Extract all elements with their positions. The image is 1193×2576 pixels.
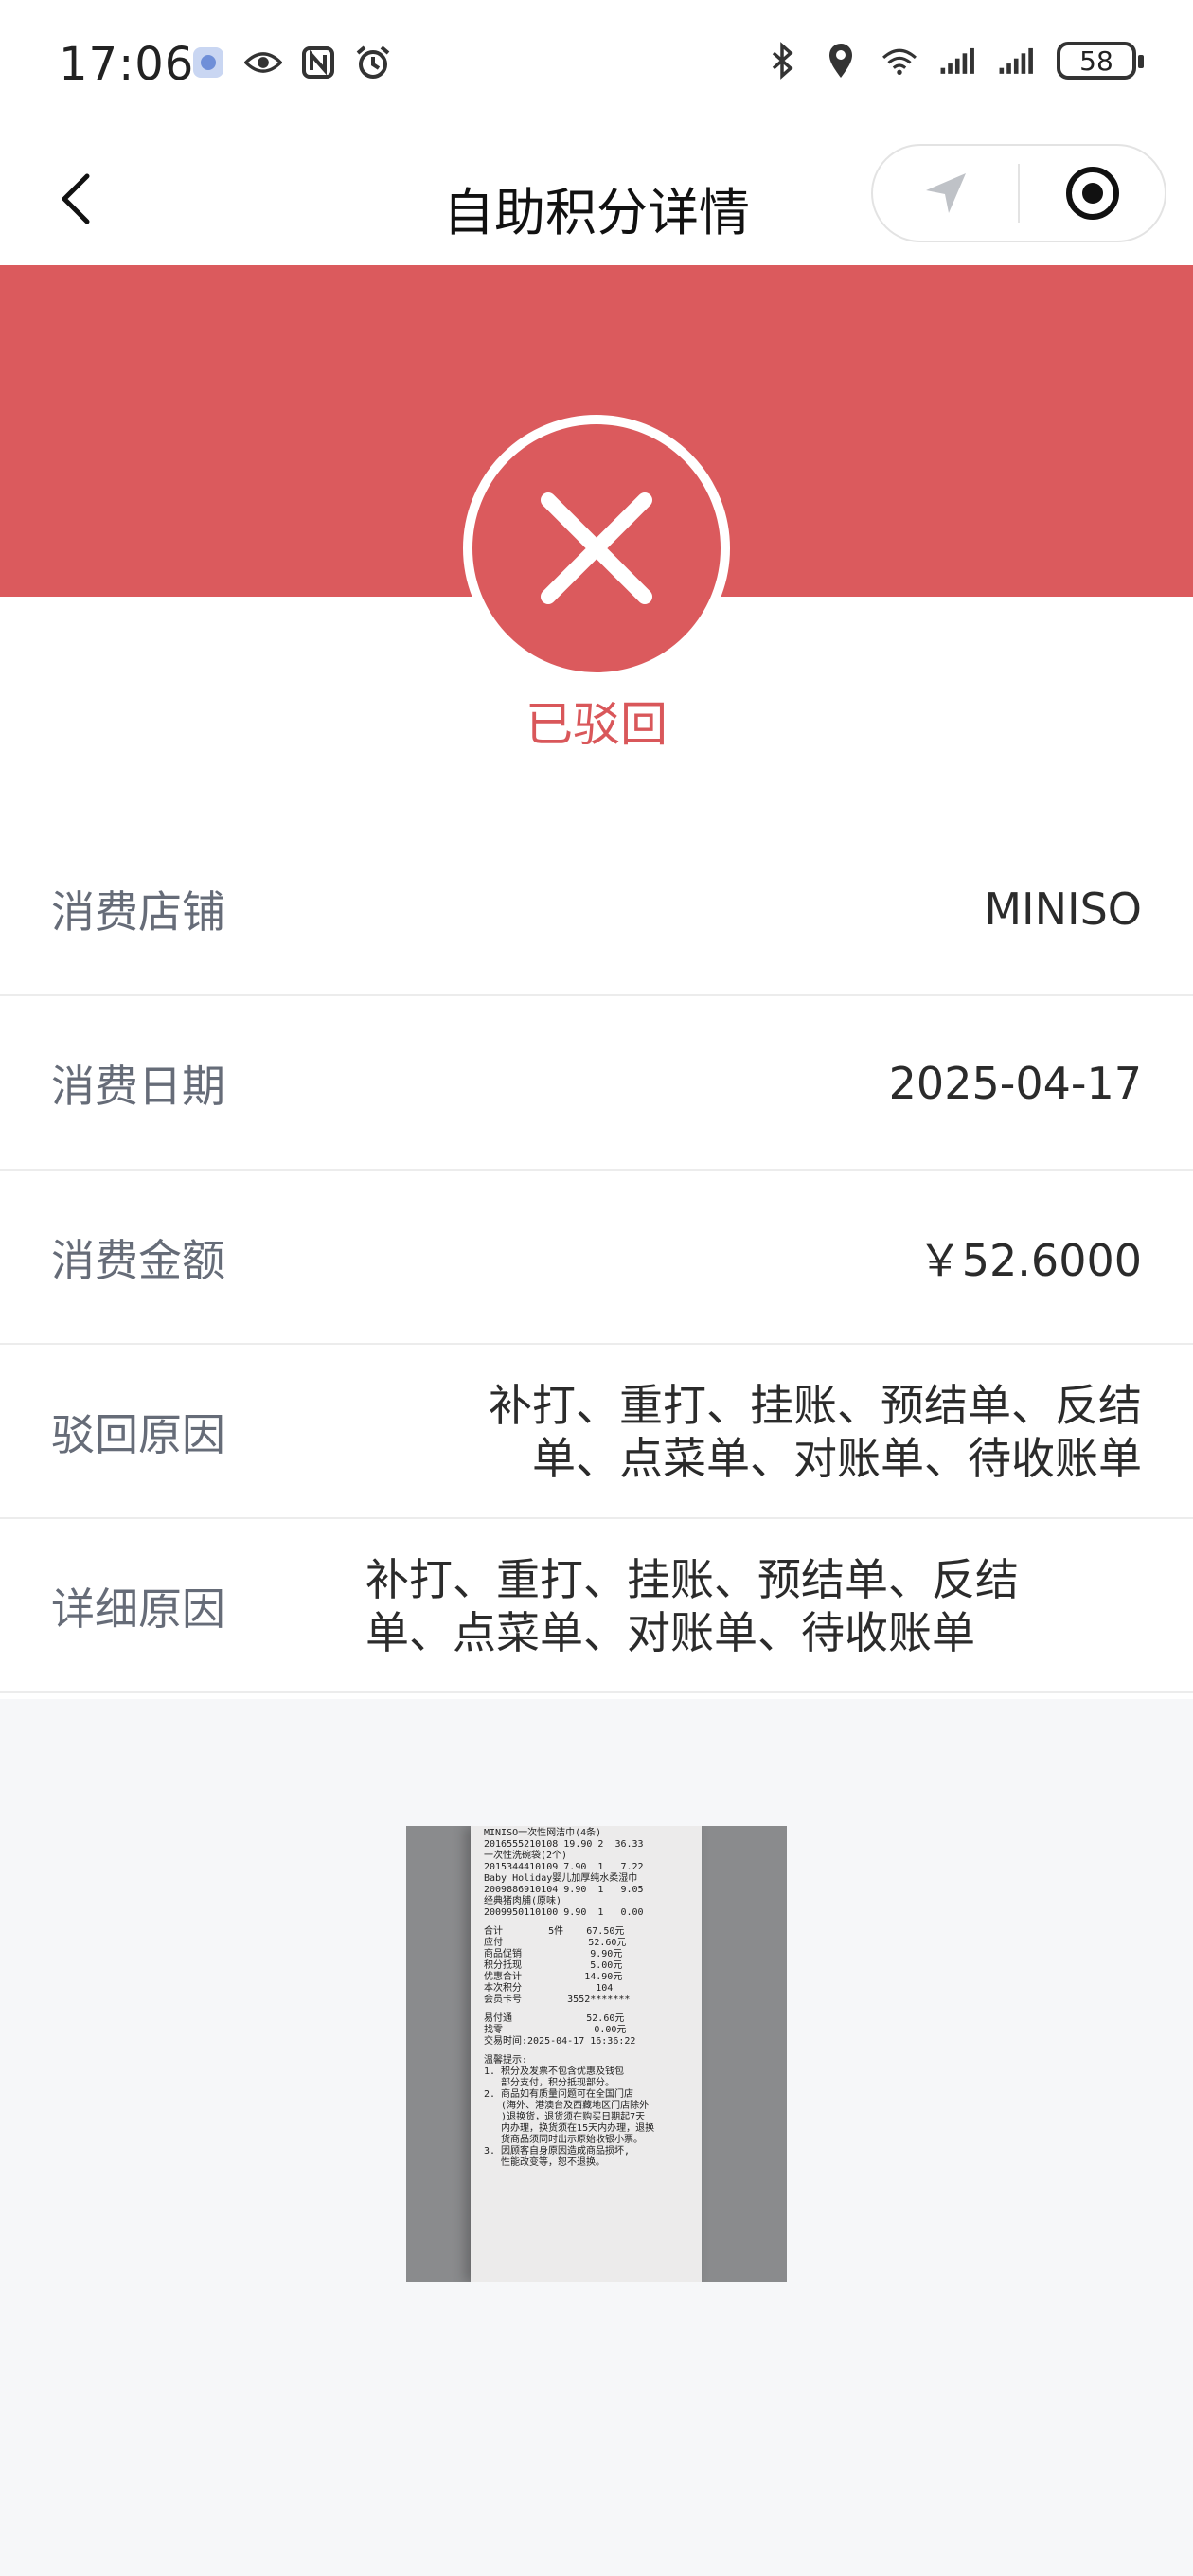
- receipt-line: 内办理，换货须在15天内办理，退换: [484, 2123, 655, 2134]
- receipt-line: 应付 52.60元: [484, 1938, 627, 1948]
- row-value: 补打、重打、挂账、预结单、反结单、点菜单、对账单、待收账单: [365, 1554, 1019, 1658]
- receipt-line: MINISO一次性网洁巾(4条): [484, 1828, 602, 1838]
- status-text: 已驳回: [525, 697, 668, 752]
- receipt-line: 3. 因顾客自身原因造成商品损坏,: [484, 2146, 631, 2156]
- page: 17:06 58 自助积分详情 已驳回 消费店铺 MINISO 消费日期 202…: [0, 0, 1193, 2576]
- battery-indicator: 58: [1057, 42, 1144, 80]
- mini-program-capsule: [871, 144, 1166, 242]
- app-badge-icon: [189, 44, 227, 81]
- row-label: 消费店铺: [51, 886, 225, 938]
- receipt-line: Baby Holiday婴儿加厚纯水柔湿巾: [484, 1873, 638, 1884]
- row-value: MINISO: [984, 884, 1142, 935]
- receipt-line: 2. 商品如有质量问题可在全国门店: [484, 2089, 634, 2100]
- wifi-icon: [881, 42, 918, 80]
- receipt-line: 一次性洗碗袋(2个): [484, 1851, 568, 1861]
- receipt-line: 货商品须同时出示原始收银小票。: [484, 2135, 644, 2145]
- eye-icon: [244, 44, 282, 81]
- receipt-line: 部分支付，积分抵现部分。: [484, 2078, 615, 2088]
- detail-list: 消费店铺 MINISO 消费日期 2025-04-17 消费金额 ￥52.600…: [0, 822, 1193, 1693]
- receipt-line: 会员卡号 3552*******: [484, 1995, 631, 2005]
- detail-row-date: 消费日期 2025-04-17: [0, 996, 1193, 1171]
- row-label: 消费日期: [51, 1061, 225, 1112]
- alarm-icon: [354, 44, 392, 81]
- receipt-line: 1. 积分及发票不包含优惠及钱包: [484, 2066, 625, 2077]
- row-value: ￥52.6000: [917, 1235, 1142, 1286]
- receipt-line: 本次积分 104: [484, 1983, 614, 1994]
- row-value: 2025-04-17: [888, 1058, 1142, 1109]
- receipt-line: 2015344410109 7.90 1 7.22: [484, 1862, 644, 1872]
- record-icon: [1065, 167, 1119, 220]
- row-label: 驳回原因: [51, 1409, 225, 1460]
- navigate-button[interactable]: [873, 146, 1018, 241]
- receipt-line: 优惠合计 14.90元: [484, 1972, 623, 1982]
- receipt-line: 2009950110100 9.90 1 0.00: [484, 1907, 644, 1918]
- detail-row-amount: 消费金额 ￥52.6000: [0, 1171, 1193, 1345]
- receipt-line: (海外、港澳台及西藏地区门店除外: [484, 2101, 650, 2111]
- receipt-text: MINISO一次性网洁巾(4条) 2016555210108 19.90 2 36…: [484, 1828, 692, 2169]
- receipt-line: 交易时间:2025-04-17 16:36:22: [484, 2036, 636, 2047]
- receipt-line: 性能改变等，恕不退换。: [484, 2157, 606, 2168]
- receipt-line: 经典猪肉脯(原味): [484, 1896, 562, 1906]
- signal-icon: [998, 42, 1036, 80]
- close-program-button[interactable]: [1020, 146, 1165, 241]
- status-icons-left: [189, 44, 392, 81]
- row-label: 消费金额: [51, 1235, 225, 1286]
- receipt-line: 商品促销 9.90元: [484, 1949, 623, 1959]
- receipt-image[interactable]: MINISO一次性网洁巾(4条) 2016555210108 19.90 2 36…: [406, 1826, 787, 2282]
- close-icon: [541, 492, 652, 604]
- navigate-icon: [925, 173, 966, 213]
- status-circle: [463, 415, 730, 682]
- detail-row-store: 消费店铺 MINISO: [0, 822, 1193, 996]
- detail-row-reject-reason: 驳回原因 补打、重打、挂账、预结单、反结单、点菜单、对账单、待收账单: [0, 1345, 1193, 1519]
- status-time: 17:06: [59, 38, 195, 91]
- receipt-line: 找零 0.00元: [484, 2025, 627, 2035]
- receipt-line: 2009886910104 9.90 1 9.05: [484, 1885, 644, 1895]
- receipt-line: )退换货，退货须在购买日期起7天: [484, 2112, 646, 2122]
- receipt-line: 积分抵现 5.00元: [484, 1960, 623, 1971]
- receipt-line: 易付通 52.60元: [484, 2013, 625, 2024]
- bluetooth-icon: [763, 42, 801, 80]
- receipt-paper: MINISO一次性网洁巾(4条) 2016555210108 19.90 2 36…: [471, 1826, 702, 2282]
- detail-row-detail-reason: 详细原因 补打、重打、挂账、预结单、反结单、点菜单、对账单、待收账单: [0, 1519, 1193, 1693]
- receipt-line: 2016555210108 19.90 2 36.33: [484, 1839, 644, 1850]
- nav-bar: 自助积分详情: [0, 133, 1193, 265]
- nfc-icon: [299, 44, 337, 81]
- location-icon: [822, 42, 860, 80]
- receipt-line: 温馨提示:: [484, 2055, 528, 2066]
- receipt-line: 合计 5件 67.50元: [484, 1926, 625, 1937]
- signal-icon: [939, 42, 977, 80]
- row-label: 详细原因: [51, 1583, 225, 1635]
- row-value: 补打、重打、挂账、预结单、反结单、点菜单、对账单、待收账单: [489, 1380, 1142, 1484]
- status-bar: 17:06 58: [0, 0, 1193, 133]
- status-icons-right: 58: [763, 42, 1144, 80]
